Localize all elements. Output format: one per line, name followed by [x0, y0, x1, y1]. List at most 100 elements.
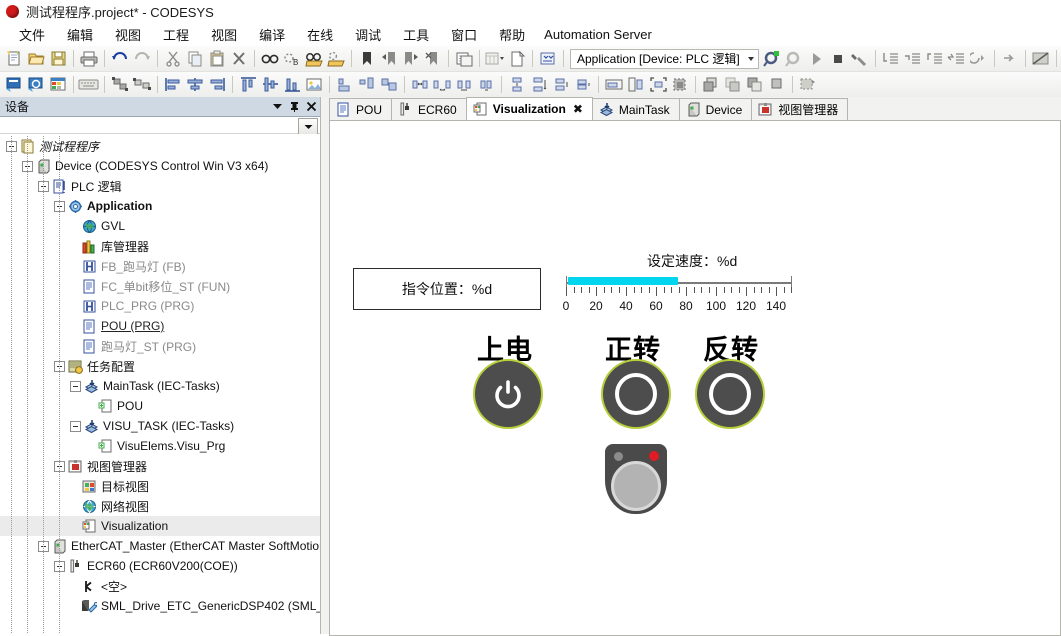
- tab-pou[interactable]: POU: [329, 98, 393, 120]
- find-replace-icon[interactable]: [325, 48, 347, 70]
- slider-fill[interactable]: [568, 277, 678, 285]
- tree-item[interactable]: 任务配置: [0, 356, 320, 376]
- bookmark-clear-icon[interactable]: [422, 48, 444, 70]
- speed-slider[interactable]: 0 20 40 60 80 100 120 140: [563, 276, 806, 321]
- menu-project[interactable]: 工程: [152, 23, 200, 46]
- order2-icon[interactable]: [766, 74, 788, 96]
- bookmark-prev-icon[interactable]: [378, 48, 400, 70]
- align-left-icon[interactable]: [162, 74, 184, 96]
- same-width-icon[interactable]: [334, 74, 356, 96]
- visualization-canvas[interactable]: 指令位置：%d 设定速度：%d 0 20 40 60 80 100 120 140 上电 正转…: [329, 120, 1061, 636]
- find-icon[interactable]: [259, 48, 281, 70]
- ungroup-icon[interactable]: [131, 74, 153, 96]
- tree-item[interactable]: MainTask (IEC-Tasks): [0, 376, 320, 396]
- bring-front-icon[interactable]: [700, 74, 722, 96]
- tab-close-icon[interactable]: ✖: [573, 102, 583, 116]
- menu-view2[interactable]: 视图: [200, 23, 248, 46]
- tab-ecr60[interactable]: ECR60: [391, 98, 467, 120]
- tree-item[interactable]: POU (PRG): [0, 316, 320, 336]
- collapse-icon[interactable]: [70, 420, 81, 432]
- menu-view[interactable]: 视图: [104, 23, 152, 46]
- align-middle-icon[interactable]: [259, 74, 281, 96]
- new-object-icon[interactable]: [506, 48, 528, 70]
- tab-maintask[interactable]: MainTask: [591, 98, 680, 120]
- fit-width-icon[interactable]: [603, 74, 625, 96]
- fit-size-icon[interactable]: [647, 74, 669, 96]
- new-file-icon[interactable]: [3, 48, 25, 70]
- menu-build[interactable]: 编译: [248, 23, 296, 46]
- redo-icon[interactable]: [131, 48, 153, 70]
- command-position-box[interactable]: 指令位置：%d: [353, 268, 541, 310]
- forward-button[interactable]: [603, 361, 669, 427]
- tree-item[interactable]: GVL: [0, 216, 320, 236]
- tab-视图管理器[interactable]: 视图管理器: [751, 98, 849, 120]
- tree-item[interactable]: 网络视图: [0, 496, 320, 516]
- breakpoint-toggle-icon[interactable]: [1030, 48, 1052, 70]
- print-icon[interactable]: [78, 48, 100, 70]
- run-icon[interactable]: [805, 48, 827, 70]
- pin-icon[interactable]: [286, 99, 303, 115]
- group-icon[interactable]: [109, 74, 131, 96]
- bookmark-icon[interactable]: [356, 48, 378, 70]
- order-icon[interactable]: [722, 74, 744, 96]
- devices-tree[interactable]: 测试程程序 Device (CODESYS Control Win V3 x64)…: [0, 134, 320, 634]
- tree-item[interactable]: VISU_TASK (IEC-Tasks): [0, 416, 320, 436]
- find-in-project-icon[interactable]: [303, 48, 325, 70]
- space-h-dec-icon[interactable]: [453, 74, 475, 96]
- space-h-even-icon[interactable]: [409, 74, 431, 96]
- menu-tools[interactable]: 工具: [392, 23, 440, 46]
- menu-automation-server[interactable]: Automation Server: [536, 25, 660, 44]
- open-folder-icon[interactable]: [25, 48, 47, 70]
- layer-icon[interactable]: [669, 74, 691, 96]
- knob-face[interactable]: [611, 461, 661, 511]
- step-over-icon[interactable]: [902, 48, 924, 70]
- save-icon[interactable]: [47, 48, 69, 70]
- paste-icon[interactable]: [206, 48, 228, 70]
- keyboard-icon[interactable]: [78, 74, 100, 96]
- tree-item[interactable]: SML_Drive_ETC_GenericDSP402 (SML_: [0, 596, 320, 616]
- grid-dropdown-icon[interactable]: [484, 48, 506, 70]
- space-v-clear-icon[interactable]: [572, 74, 594, 96]
- run-to-cursor-icon[interactable]: [946, 48, 968, 70]
- tree-item[interactable]: 库管理器: [0, 236, 320, 256]
- find-next-icon[interactable]: B: [281, 48, 303, 70]
- space-h-inc-icon[interactable]: [431, 74, 453, 96]
- space-v-even-icon[interactable]: [506, 74, 528, 96]
- tree-item[interactable]: POU: [0, 396, 320, 416]
- tree-item[interactable]: Application: [0, 196, 320, 216]
- menu-file[interactable]: 文件: [8, 23, 56, 46]
- layer2-icon[interactable]: [797, 74, 819, 96]
- same-size-icon[interactable]: [378, 74, 400, 96]
- tab-visualization[interactable]: Visualization ✖: [465, 97, 593, 120]
- menu-window[interactable]: 窗口: [440, 23, 488, 46]
- align-bottom-icon[interactable]: [281, 74, 303, 96]
- space-v-dec-icon[interactable]: [550, 74, 572, 96]
- tree-item[interactable]: 测试程程序: [0, 136, 320, 156]
- menu-edit[interactable]: 编辑: [56, 23, 104, 46]
- copy-icon[interactable]: [184, 48, 206, 70]
- set-next-icon[interactable]: [968, 48, 990, 70]
- tools-icon[interactable]: [849, 48, 871, 70]
- step-out-icon[interactable]: [924, 48, 946, 70]
- tree-item[interactable]: ECR60 (ECR60V200(COE)): [0, 556, 320, 576]
- tree-item[interactable]: VisuElems.Visu_Prg: [0, 436, 320, 456]
- visu-zoom-icon[interactable]: [25, 74, 47, 96]
- application-combo[interactable]: Application [Device: PLC 逻辑]: [570, 48, 759, 69]
- power-button[interactable]: [475, 361, 541, 427]
- compile-icon[interactable]: [537, 48, 559, 70]
- tree-item[interactable]: 视图管理器: [0, 456, 320, 476]
- same-height-icon[interactable]: [356, 74, 378, 96]
- send-back-icon[interactable]: [744, 74, 766, 96]
- tree-item[interactable]: PLC 逻辑: [0, 176, 320, 196]
- clipboard-list-icon[interactable]: [453, 48, 475, 70]
- login-icon[interactable]: [761, 48, 783, 70]
- menu-debug[interactable]: 调试: [344, 23, 392, 46]
- rotary-knob[interactable]: [605, 444, 667, 514]
- tab-device[interactable]: Device: [678, 98, 753, 120]
- chevron-down-icon[interactable]: [269, 99, 286, 115]
- space-h-clear-icon[interactable]: [475, 74, 497, 96]
- bookmark-next-icon[interactable]: [400, 48, 422, 70]
- image-icon[interactable]: [303, 74, 325, 96]
- tree-item[interactable]: FB_跑马灯 (FB): [0, 256, 320, 276]
- fit-height-icon[interactable]: [625, 74, 647, 96]
